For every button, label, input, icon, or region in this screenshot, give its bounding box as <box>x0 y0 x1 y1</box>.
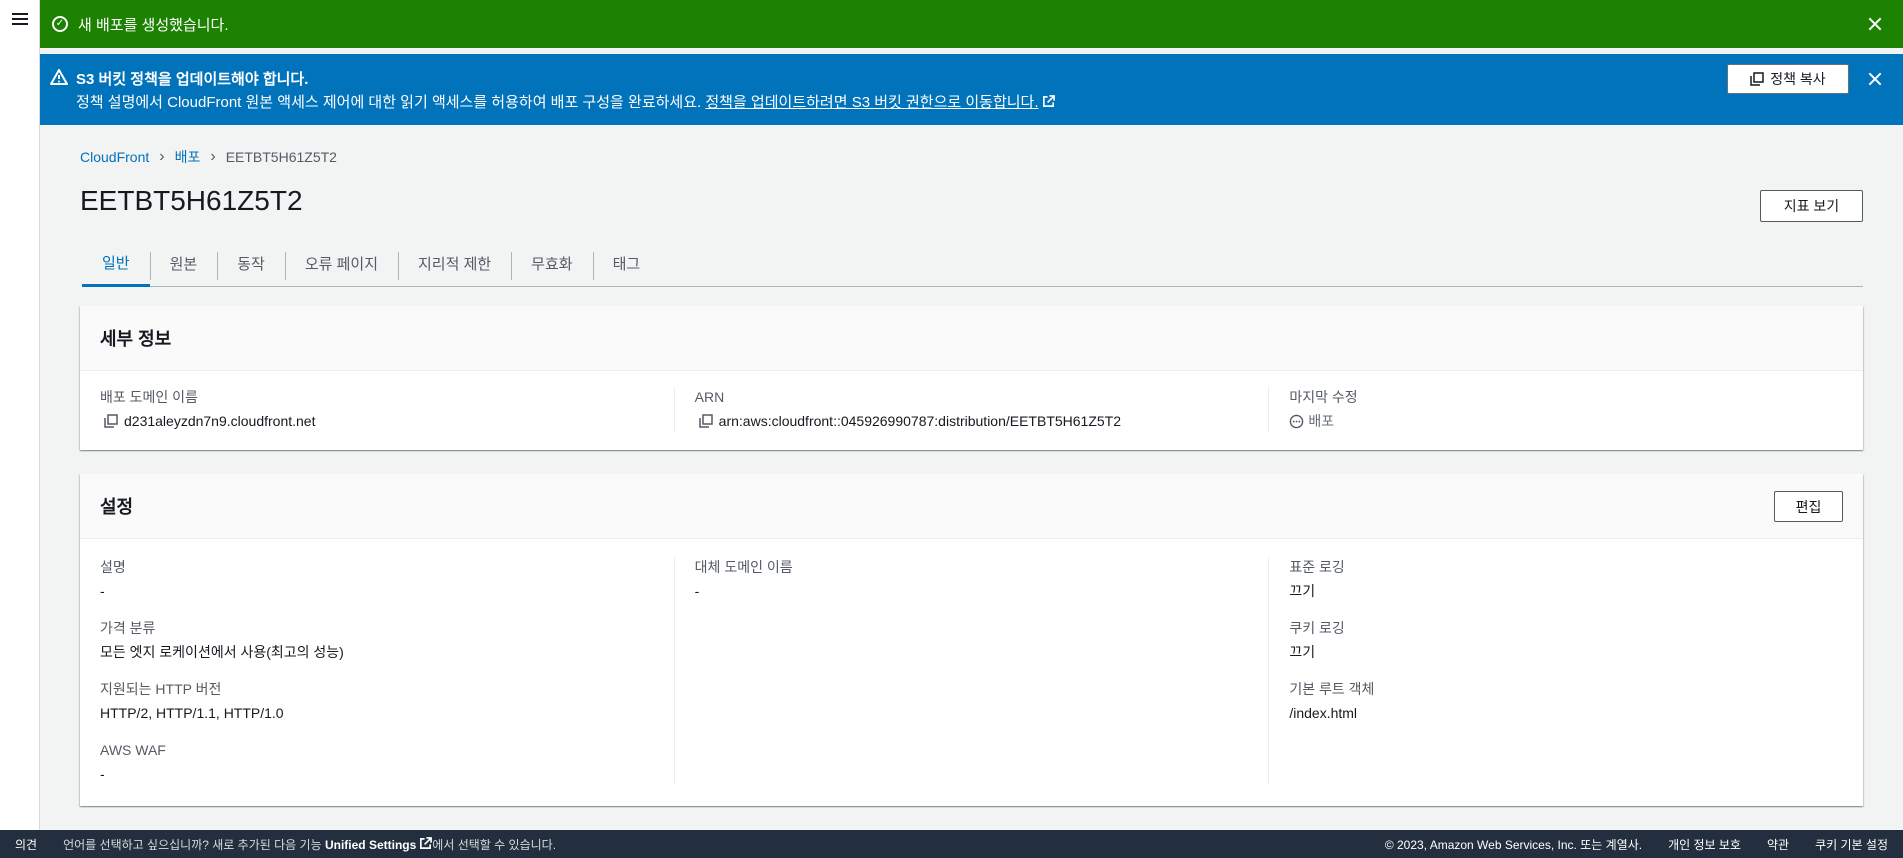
http-versions-value: HTTP/2, HTTP/1.1, HTTP/1.0 <box>100 705 284 721</box>
copy-policy-button[interactable]: 정책 복사 <box>1727 64 1849 94</box>
settings-column-3: 표준 로깅 끄기 쿠키 로깅 끄기 기본 루트 객체 /index.html <box>1268 557 1863 785</box>
chevron-right-icon: › <box>159 148 165 165</box>
price-class-value: 모든 엣지 로케이션에서 사용(최고의 성능) <box>100 644 344 660</box>
s3-permissions-link[interactable]: 정책을 업데이트하려면 S3 버킷 권한으로 이동합니다. <box>705 94 1038 111</box>
tab-geo-restrictions[interactable]: 지리적 제한 <box>398 240 511 287</box>
details-panel: 세부 정보 배포 도메인 이름 d231aleyzdn7n9.cloudfron… <box>80 306 1863 450</box>
breadcrumb-distributions[interactable]: 배포 <box>175 147 201 167</box>
edit-settings-button[interactable]: 편집 <box>1774 491 1843 522</box>
standard-logging-value: 끄기 <box>1289 583 1316 599</box>
side-navigation-rail <box>0 0 40 830</box>
console-footer: 의견 언어를 선택하고 싶으십니까? 새로 추가된 다음 기능 Unified … <box>0 830 1903 858</box>
breadcrumb: CloudFront › 배포 › EETBT5H61Z5T2 <box>80 147 337 167</box>
language-message-suffix: 에서 선택할 수 있습니다. <box>432 837 557 852</box>
arn-label: ARN <box>694 389 725 405</box>
details-title: 세부 정보 <box>100 329 172 349</box>
price-class-label: 가격 분류 <box>100 620 156 636</box>
root-object-value: /index.html <box>1289 705 1358 721</box>
settings-column-2: 대체 도메인 이름 - <box>673 557 1269 785</box>
tab-list: 일반 원본 동작 오류 페이지 지리적 제한 무효화 태그 <box>82 240 1863 287</box>
success-message: 새 배포를 생성했습니다. <box>78 16 229 34</box>
page-title: EETBT5H61Z5T2 <box>80 185 303 216</box>
copy-policy-label: 정책 복사 <box>1770 71 1826 87</box>
modified-column: 마지막 수정 배포 <box>1268 387 1863 432</box>
cookie-logging-label: 쿠키 로깅 <box>1289 620 1345 636</box>
standard-logging-label: 표준 로깅 <box>1289 559 1345 575</box>
feedback-link[interactable]: 의견 <box>15 836 37 853</box>
copy-icon <box>1750 72 1765 86</box>
info-flashbar: S3 버킷 정책을 업데이트해야 합니다. 정책 설명에서 CloudFront… <box>40 54 1903 125</box>
domain-label: 배포 도메인 이름 <box>100 389 198 405</box>
tab-error-pages[interactable]: 오류 페이지 <box>284 240 398 287</box>
settings-header: 설정 편집 <box>80 474 1863 539</box>
description-value: - <box>100 583 105 599</box>
external-link-icon <box>420 836 433 849</box>
check-circle-icon: ✓ <box>52 16 68 32</box>
waf-label: AWS WAF <box>100 742 166 758</box>
copy-arn-icon[interactable] <box>698 414 713 428</box>
view-metrics-button[interactable]: 지표 보기 <box>1760 190 1863 222</box>
tab-origins[interactable]: 원본 <box>149 240 218 287</box>
tab-general[interactable]: 일반 <box>82 240 150 287</box>
details-header: 세부 정보 <box>80 306 1863 371</box>
language-message-prefix: 언어를 선택하고 싶으십니까? 새로 추가된 다음 기능 <box>63 837 325 852</box>
tab-tags[interactable]: 태그 <box>592 240 661 287</box>
waf-value: - <box>100 766 105 782</box>
warning-icon <box>50 69 68 85</box>
root-object-label: 기본 루트 객체 <box>1289 681 1375 697</box>
settings-column-1: 설명 - 가격 분류 모든 엣지 로케이션에서 사용(최고의 성능) 지원되는 … <box>80 557 674 785</box>
success-flashbar: ✓ 새 배포를 생성했습니다. <box>40 0 1903 48</box>
dismiss-success-icon[interactable] <box>1867 16 1883 32</box>
info-body-text: 정책 설명에서 CloudFront 원본 액세스 제어에 대한 읽기 액세스를… <box>76 94 706 111</box>
terms-link[interactable]: 약관 <box>1767 836 1789 853</box>
http-versions-label: 지원되는 HTTP 버전 <box>100 681 222 697</box>
settings-title: 설정 <box>100 497 134 517</box>
privacy-link[interactable]: 개인 정보 보호 <box>1668 836 1741 853</box>
chevron-right-icon: › <box>210 148 216 165</box>
modified-label: 마지막 수정 <box>1289 389 1358 405</box>
language-message: 언어를 선택하고 싶으십니까? 새로 추가된 다음 기능 Unified Set… <box>63 836 556 853</box>
tab-behaviors[interactable]: 동작 <box>217 240 285 287</box>
cookie-logging-value: 끄기 <box>1289 644 1316 660</box>
alt-domain-value: - <box>694 583 700 599</box>
info-title: S3 버킷 정책을 업데이트해야 합니다. <box>76 71 309 88</box>
arn-column: ARN arn:aws:cloudfront::045926990787:dis… <box>673 387 1269 432</box>
tab-invalidations[interactable]: 무효화 <box>511 240 592 287</box>
info-body: 정책 설명에서 CloudFront 원본 액세스 제어에 대한 읽기 액세스를… <box>76 91 1055 112</box>
cookie-preferences-link[interactable]: 쿠키 기본 설정 <box>1815 836 1888 853</box>
copy-domain-icon[interactable] <box>104 414 118 428</box>
in-progress-icon <box>1290 414 1304 429</box>
breadcrumb-current: EETBT5H61Z5T2 <box>225 149 337 165</box>
domain-column: 배포 도메인 이름 d231aleyzdn7n9.cloudfront.net <box>80 387 674 432</box>
alt-domain-label: 대체 도메인 이름 <box>694 559 793 575</box>
domain-value: d231aleyzdn7n9.cloudfront.net <box>124 413 316 429</box>
settings-panel: 설정 편집 설명 - 가격 분류 모든 엣지 로케이션에서 사용(최고의 성능)… <box>80 474 1863 806</box>
description-label: 설명 <box>100 559 126 575</box>
external-link-icon <box>1042 95 1055 107</box>
copyright: © 2023, Amazon Web Services, Inc. 또는 계열사… <box>1384 837 1643 852</box>
arn-value: arn:aws:cloudfront::045926990787:distrib… <box>718 413 1122 429</box>
modified-value: 배포 <box>1308 413 1335 429</box>
unified-settings-link[interactable]: Unified Settings <box>325 838 416 852</box>
hamburger-menu-icon[interactable] <box>12 13 28 27</box>
dismiss-info-icon[interactable] <box>1867 71 1883 87</box>
breadcrumb-cloudfront[interactable]: CloudFront <box>80 149 149 165</box>
